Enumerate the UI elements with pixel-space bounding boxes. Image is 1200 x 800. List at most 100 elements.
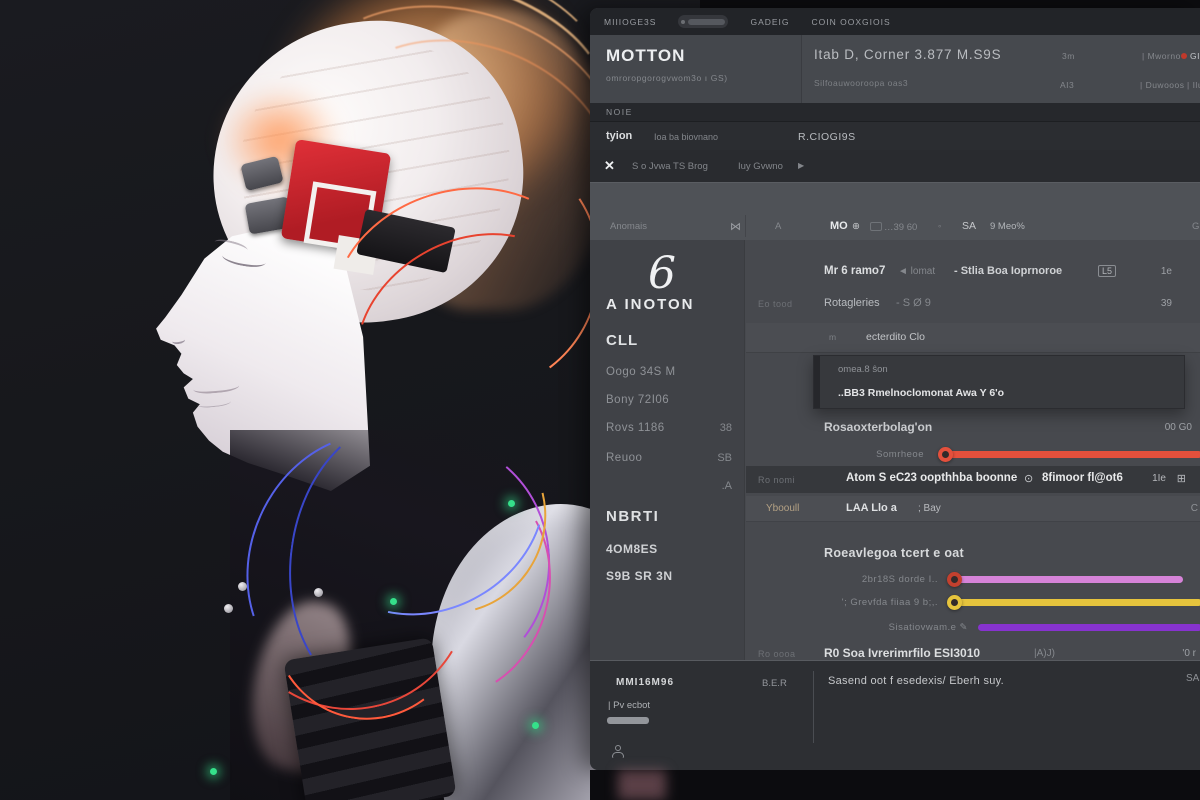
- search-icon: [681, 20, 685, 24]
- toolbar-left-label[interactable]: Anomais: [610, 221, 647, 232]
- property-row-1[interactable]: Mr 6 ramo7 ◄ lomat - Stlia Boa Ioprnoroe…: [746, 265, 1200, 285]
- r3-icon: m: [829, 332, 836, 342]
- sidebar-item2-0[interactable]: 4OM8ES: [606, 542, 658, 556]
- sidebar-item-1[interactable]: Bony 72I06: [606, 394, 669, 406]
- toolbar-dot: ◦: [938, 221, 941, 232]
- sidebar-item2-1[interactable]: S9B SR 3N: [606, 569, 673, 583]
- toolbar-item-sa[interactable]: SA: [962, 220, 976, 232]
- section-heading: Roeavlegoa tcert e oat: [824, 546, 964, 560]
- connector-sphere: [238, 582, 247, 591]
- slider-row-red: Somrheoe: [746, 448, 1200, 466]
- status-badge[interactable]: GIID: [1181, 51, 1200, 61]
- person-icon[interactable]: [612, 745, 624, 759]
- app-title: MOTTON: [606, 46, 685, 66]
- sidebar-item-3-value: SB: [717, 452, 732, 464]
- r7-right-cut: C: [1191, 503, 1198, 514]
- slider-red-knob[interactable]: [938, 447, 953, 462]
- slider-pink-knob[interactable]: [947, 572, 962, 587]
- footer-sub[interactable]: | Pv ecbot: [608, 700, 650, 711]
- r12-right-value: '0 r: [1182, 648, 1196, 659]
- slider-red-label: Somrheoe: [746, 449, 924, 460]
- header-meta-a1: 3m: [1062, 51, 1075, 61]
- noie-label: NOIE: [606, 107, 633, 117]
- header-meta-a2: AI3: [1060, 80, 1074, 90]
- r7-label: LAA Llo a: [846, 502, 897, 514]
- toolbar-right-cut: G: [1192, 221, 1199, 232]
- r1-box-badge[interactable]: L5: [1098, 265, 1116, 277]
- sidebar-item-2[interactable]: Rovs 1186: [606, 422, 665, 434]
- menu-item-3[interactable]: COIN OOXGIOIS: [812, 17, 891, 27]
- r1-right-value: 1e: [1161, 266, 1172, 277]
- r2-gutter-label: Eo tood: [758, 299, 793, 309]
- footer: MMI16M96 B.E.R | Pv ecbot Sasend oot f e…: [590, 660, 1200, 770]
- toolbar-band: Anomais ⋈ A MO ⊕ …39 60 ◦ SA 9 Meo% G: [590, 182, 1200, 240]
- connector-sphere: [314, 588, 323, 597]
- record-dot-icon: [1181, 53, 1187, 59]
- sidebar-section-nbrti[interactable]: NBRTI: [606, 508, 659, 525]
- noie-section-header: NOIE: [590, 103, 1200, 122]
- dropdown-option-2[interactable]: ..BB3 Rmelnoclomonat Awa Y 6'o: [838, 387, 1004, 399]
- property-row-6[interactable]: Ro nomi Atom S eC23 oopthhba boonne ⊙ 8f…: [746, 466, 1200, 493]
- box-icon: [870, 222, 882, 231]
- r12-label: R0 Soa Ivrerimrfilo ESI3010: [824, 646, 980, 660]
- menu-item-2[interactable]: GADEIG: [750, 17, 789, 27]
- r2-label: Rotagleries: [824, 297, 880, 309]
- slider-pink-track[interactable]: [951, 576, 1183, 583]
- dropdown-header-row[interactable]: m ecterdito Clo: [746, 323, 1200, 353]
- property-row-2[interactable]: Eo tood Rotagleries - S Ø 9 39: [746, 297, 1200, 317]
- x-row-text-1: S o Jvwa TS Brog: [632, 161, 708, 172]
- header-meta-c1[interactable]: | Duwooos: [1140, 80, 1185, 90]
- flag-icon[interactable]: ⋈: [730, 220, 741, 233]
- header-meta-c2[interactable]: | Iluor g: [1187, 80, 1200, 90]
- tyion-name: tyion: [606, 130, 632, 142]
- slider-red-track[interactable]: [942, 451, 1200, 458]
- x-row-text-2[interactable]: Iuy Gvwno: [738, 161, 783, 172]
- toolbar-item-pct[interactable]: 9 Meo%: [990, 221, 1025, 232]
- property-row-7[interactable]: Ybooull LAA Llo a ; Bay C: [746, 496, 1200, 522]
- menu-item-1[interactable]: MIIIOGE3S: [604, 17, 656, 27]
- toolbar-item-mo[interactable]: MO: [830, 220, 848, 232]
- r6-right-value: 1Ie: [1152, 473, 1166, 484]
- sidebar-section-cll[interactable]: CLL: [606, 332, 638, 349]
- r2-value[interactable]: - S Ø 9: [896, 297, 931, 309]
- footer-name: MMI16M96: [616, 677, 674, 688]
- r1-mid[interactable]: ◄ lomat: [898, 266, 935, 277]
- grid-icon[interactable]: ⊞: [1177, 472, 1186, 485]
- footer-note: Sasend oot f esedexis/ Eberh suy.: [828, 675, 1004, 687]
- mo-circle-icon[interactable]: ⊕: [852, 221, 860, 232]
- toolbar-divider: [745, 215, 746, 237]
- close-icon[interactable]: ✕: [604, 158, 615, 174]
- sidebar-item-0[interactable]: Oogo 34S M: [606, 366, 676, 378]
- slider-yellow-track[interactable]: [951, 599, 1200, 606]
- r1-left: Mr 6 ramo7: [824, 265, 885, 277]
- dropdown-option-1[interactable]: omea.8 ŝon: [838, 364, 888, 375]
- green-led: [532, 722, 539, 729]
- dropdown-scrollbar[interactable]: [814, 356, 820, 408]
- r6-circle-icon[interactable]: ⊙: [1024, 472, 1033, 485]
- property-row-12[interactable]: Ro oooa R0 Soa Ivrerimrfilo ESI3010 |A)J…: [746, 646, 1200, 660]
- green-led: [508, 500, 515, 507]
- expand-arrow-icon[interactable]: ▶: [798, 161, 804, 170]
- sidebar-item-3[interactable]: Reuoo: [606, 452, 642, 464]
- header-meta-b1[interactable]: | Mworno: [1142, 51, 1181, 61]
- r6-label: Atom S eC23 oopthhba boonne: [846, 472, 1017, 484]
- sidebar-brand: A INOTON: [606, 296, 695, 313]
- tyion-value: R.CIOGI9S: [798, 131, 856, 143]
- ghost-value[interactable]: …39 60: [870, 221, 917, 233]
- document-subtitle: Silfoauwooroopa oas3: [814, 78, 908, 88]
- app-subtitle: omroropgorogvwom3o ı GS): [606, 73, 728, 83]
- slider-purple-track[interactable]: [978, 624, 1200, 631]
- tyion-row[interactable]: tyion Ioa ba biovnano R.CIOGI9S: [590, 122, 1200, 150]
- footer-progress-pill: [607, 717, 649, 724]
- dropdown-panel: omea.8 ŝon ..BB3 Rmelnoclomonat Awa Y 6'…: [813, 355, 1185, 409]
- r4-label: Rosaoxterbolag'on: [824, 420, 932, 434]
- r2-right-value: 39: [1161, 298, 1172, 309]
- sidebar-item-4-value: .A: [722, 480, 732, 492]
- app-panel: MIIIOGE3S GADEIG COIN OOXGIOIS MOTTON om…: [590, 8, 1200, 770]
- slider-yellow-knob[interactable]: [947, 595, 962, 610]
- search-input[interactable]: [678, 15, 728, 28]
- toolbar-item-a[interactable]: A: [775, 221, 781, 232]
- sidebar-item-2-value: 38: [720, 422, 732, 434]
- property-row-4[interactable]: Rosaoxterbolag'on 00 G0: [746, 420, 1200, 440]
- top-menu-bar: MIIIOGE3S GADEIG COIN OOXGIOIS: [590, 8, 1200, 35]
